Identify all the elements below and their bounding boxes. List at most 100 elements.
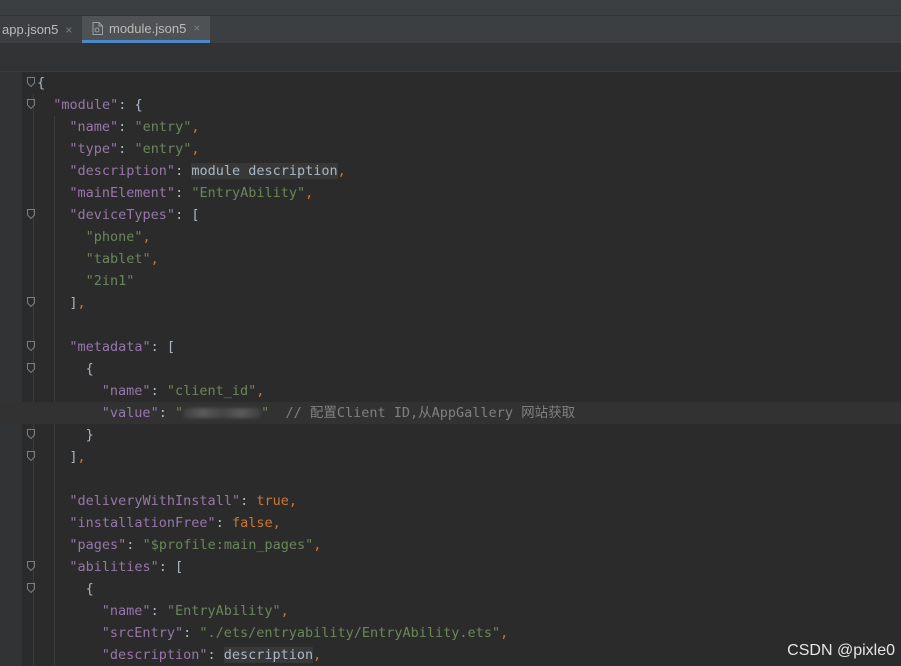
code-line[interactable]: "value": " " // 配置Client ID,从AppGallery 网… <box>0 402 901 424</box>
code-token: "value" <box>101 405 159 421</box>
code-token: , <box>337 163 346 179</box>
code-text: "deliveryWithInstall": true, <box>69 490 297 512</box>
code-line[interactable]: "installationFree": false, <box>0 512 901 534</box>
code-line[interactable]: "deliveryWithInstall": true, <box>0 490 901 512</box>
editor-breadcrumb-bar <box>0 44 901 72</box>
code-token: "phone" <box>85 229 143 245</box>
code-line[interactable]: "description": module description, <box>0 160 901 182</box>
editor-tab-bar: app.json5 × module.json5 × <box>0 16 901 44</box>
code-text: { <box>86 578 94 600</box>
tab-app-json5[interactable]: app.json5 × <box>2 16 80 43</box>
code-line[interactable]: "abilities": [ <box>0 556 901 578</box>
code-token: , <box>280 603 289 619</box>
fold-marker-icon[interactable] <box>27 561 35 571</box>
fold-marker-icon[interactable] <box>27 451 35 461</box>
code-text: ], <box>69 292 85 314</box>
code-token: "metadata" <box>69 339 151 355</box>
code-line[interactable]: "tablet", <box>0 248 901 270</box>
code-text: "name": "client_id", <box>102 380 265 402</box>
code-text: { <box>37 72 45 94</box>
code-token: : [ <box>158 559 184 575</box>
fold-marker-icon[interactable] <box>27 429 35 439</box>
code-token: : <box>126 537 143 553</box>
code-editor[interactable]: {"module": {"name": "entry", "type": "ent… <box>0 72 901 666</box>
code-text: "2in1" <box>86 270 135 292</box>
code-line[interactable]: "name": "entry", <box>0 116 901 138</box>
code-line[interactable]: { <box>0 358 901 380</box>
close-icon[interactable]: × <box>193 21 200 35</box>
code-line[interactable]: { <box>0 72 901 94</box>
code-token: , <box>191 119 200 135</box>
code-token: "EntryAbility" <box>166 603 281 619</box>
code-line[interactable]: { <box>0 578 901 600</box>
fold-marker-icon[interactable] <box>27 583 35 593</box>
code-line[interactable]: "srcEntry": "./ets/entryability/EntryAbi… <box>0 622 901 644</box>
fold-marker-icon[interactable] <box>27 209 35 219</box>
code-token: "name" <box>69 119 119 135</box>
code-line[interactable]: "2in1" <box>0 270 901 292</box>
code-token: " <box>174 405 184 421</box>
code-token: , <box>313 537 322 553</box>
tab-label: app.json5 <box>2 22 59 37</box>
code-token: { <box>85 361 94 377</box>
code-token: "EntryAbility" <box>191 185 306 201</box>
fold-marker-icon[interactable] <box>27 297 35 307</box>
code-line[interactable]: "module": { <box>0 94 901 116</box>
code-line[interactable]: "name": "client_id", <box>0 380 901 402</box>
code-line[interactable]: } <box>0 424 901 446</box>
redacted-value <box>183 408 262 418</box>
code-token: "installationFree" <box>69 515 216 531</box>
code-text: "deviceTypes": [ <box>69 204 199 226</box>
code-token: "pages" <box>69 537 127 553</box>
code-token: "deviceTypes" <box>69 207 176 223</box>
code-token: : <box>175 163 192 179</box>
code-token: "deliveryWithInstall" <box>69 493 241 509</box>
code-line[interactable]: "type": "entry", <box>0 138 901 160</box>
code-line[interactable]: ], <box>0 292 901 314</box>
code-token: : <box>150 383 167 399</box>
code-text: } <box>86 424 94 446</box>
tab-label: module.json5 <box>109 20 187 36</box>
code-line[interactable]: "pages": "$profile:main_pages", <box>0 534 901 556</box>
fold-marker-icon[interactable] <box>27 77 35 87</box>
code-line[interactable]: "name": "EntryAbility", <box>0 600 901 622</box>
code-token: "name" <box>101 383 151 399</box>
code-token: , <box>313 647 322 663</box>
code-text: "mainElement": "EntryAbility", <box>69 182 313 204</box>
code-text: "abilities": [ <box>69 556 183 578</box>
code-text: ], <box>69 446 85 468</box>
close-icon[interactable]: × <box>65 23 72 37</box>
code-token: "tablet" <box>85 251 151 267</box>
code-token: , <box>191 141 200 157</box>
code-token: // 配置Client ID,从AppGallery 网站获取 <box>269 405 576 421</box>
fold-marker-icon[interactable] <box>27 363 35 373</box>
code-line[interactable]: "metadata": [ <box>0 336 901 358</box>
code-text: "module": { <box>53 94 142 116</box>
code-text: "srcEntry": "./ets/entryability/EntryAbi… <box>102 622 508 644</box>
code-token: "$profile:main_pages" <box>142 537 314 553</box>
watermark: CSDN @pixle0 <box>787 642 895 659</box>
code-line[interactable] <box>0 468 901 490</box>
code-line[interactable]: ], <box>0 446 901 468</box>
code-text: "tablet", <box>86 248 159 270</box>
code-line[interactable] <box>0 314 901 336</box>
code-token: , <box>77 449 86 465</box>
code-text: "description": description, <box>102 644 321 666</box>
fold-marker-icon[interactable] <box>27 341 35 351</box>
code-token: : <box>158 405 175 421</box>
code-line[interactable]: "mainElement": "EntryAbility", <box>0 182 901 204</box>
tab-module-json5[interactable]: module.json5 × <box>82 16 210 43</box>
code-line[interactable]: "description": description, <box>0 644 901 666</box>
code-token: , <box>77 295 86 311</box>
code-token: "entry" <box>134 119 192 135</box>
window-title-bar <box>0 0 901 16</box>
code-token: : <box>150 603 167 619</box>
code-token: ] <box>69 295 78 311</box>
code-token: : <box>240 493 257 509</box>
code-token: { <box>85 581 94 597</box>
code-token: { <box>37 75 46 91</box>
code-text: "description": module description, <box>69 160 346 182</box>
code-line[interactable]: "phone", <box>0 226 901 248</box>
fold-marker-icon[interactable] <box>27 99 35 109</box>
code-line[interactable]: "deviceTypes": [ <box>0 204 901 226</box>
